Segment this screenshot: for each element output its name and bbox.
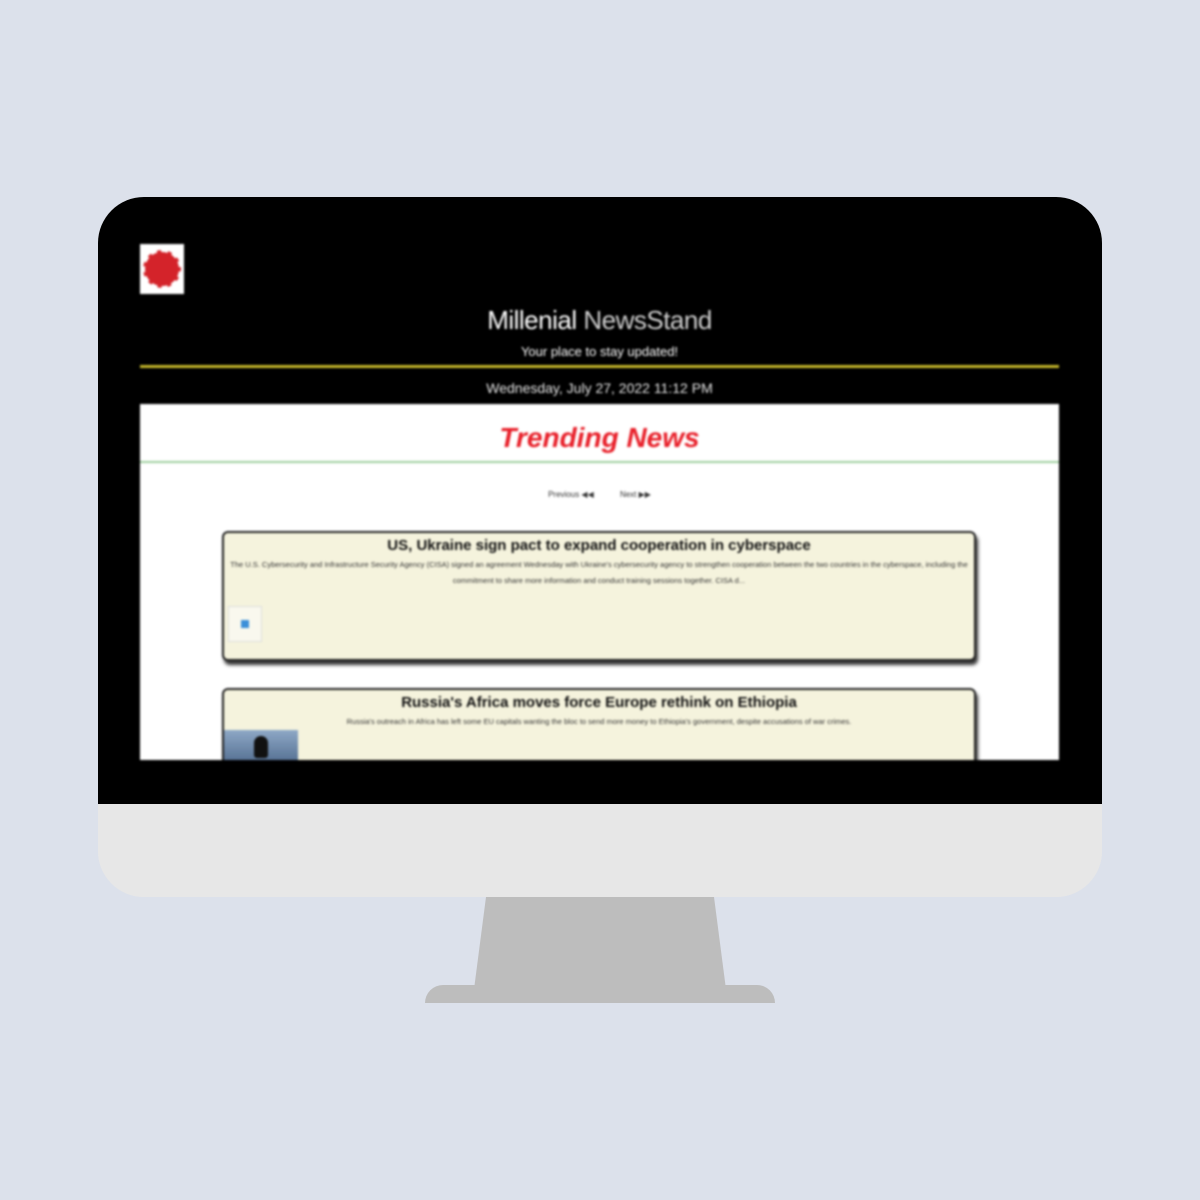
browser-viewport: Millenial NewsStand Your place to stay u… <box>140 244 1059 760</box>
monitor-stand <box>473 897 727 997</box>
article-thumbnail[interactable] <box>224 730 298 760</box>
site-tagline: Your place to stay updated! <box>520 344 679 359</box>
article-title[interactable]: US, Ukraine sign pact to expand cooperat… <box>224 537 974 554</box>
article-summary: Russia's outreach in Africa has left som… <box>346 717 852 726</box>
monitor-chin <box>98 804 1102 897</box>
article-card[interactable]: US, Ukraine sign pact to expand cooperat… <box>222 531 976 661</box>
news-stamp-icon <box>143 250 181 288</box>
pagination: Previous ◀◀ Next ▶▶ <box>140 490 1059 499</box>
soldier-silhouette-icon <box>254 736 268 758</box>
site-title: Millenial NewsStand <box>140 305 1059 336</box>
previous-page-button[interactable]: Previous ◀◀ <box>548 490 594 499</box>
article-summary: The U.S. Cybersecurity and Infrastructur… <box>230 560 968 585</box>
article-title[interactable]: Russia's Africa moves force Europe rethi… <box>224 694 974 711</box>
header-divider <box>140 365 1059 368</box>
site-title-primary: Millenial <box>487 305 577 335</box>
section-divider <box>140 461 1059 463</box>
next-page-button[interactable]: Next ▶▶ <box>620 490 651 499</box>
article-card[interactable]: Russia's Africa moves force Europe rethi… <box>222 688 976 760</box>
site-title-secondary: NewsStand <box>583 305 712 335</box>
section-title: Trending News <box>499 422 700 453</box>
article-thumbnail[interactable] <box>228 606 262 642</box>
site-logo[interactable] <box>140 244 184 294</box>
site-header: Millenial NewsStand Your place to stay u… <box>140 244 1059 404</box>
broken-image-icon <box>241 620 249 628</box>
monitor-stand-base <box>425 985 775 1003</box>
current-datetime: Wednesday, July 27, 2022 11:12 PM <box>486 380 713 396</box>
